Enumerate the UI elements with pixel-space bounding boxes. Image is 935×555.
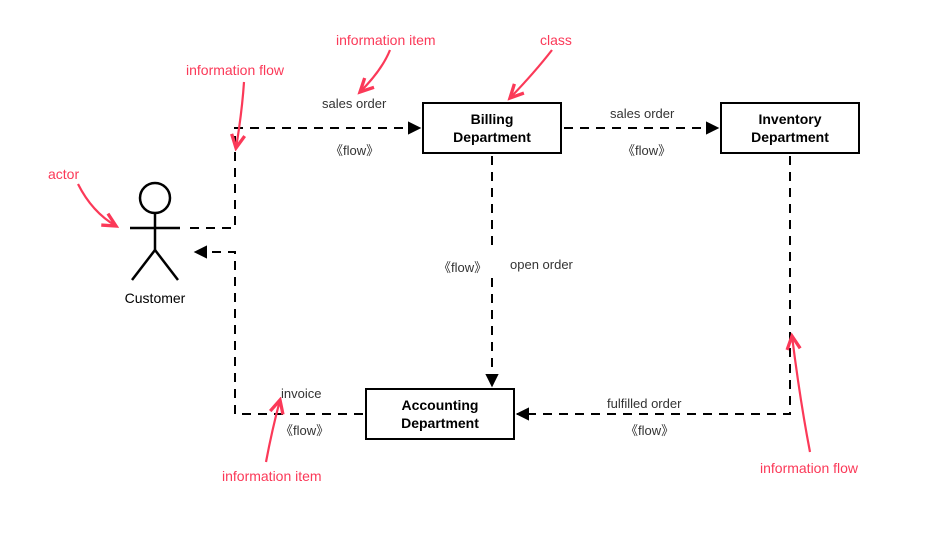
- flow-stereo-cust-billing: 《flow》: [330, 140, 379, 159]
- flow-line-cust-billing: [190, 128, 420, 228]
- flow-stereo-billing-inv: 《flow》: [622, 140, 671, 159]
- flow-item-billing-inv: sales order: [610, 106, 674, 121]
- diagram-canvas: Customer Billing Department Inventory De…: [0, 0, 935, 555]
- annot-arrow-infoflow-top: [236, 82, 244, 148]
- annot-info-flow-right: information flow: [760, 460, 858, 476]
- annot-arrow-actor: [78, 184, 116, 226]
- class-billing: Billing Department: [422, 102, 562, 154]
- annot-info-item-top: information item: [336, 32, 436, 48]
- annot-actor: actor: [48, 166, 79, 182]
- class-inventory-label: Inventory Department: [751, 110, 829, 146]
- stick-figure-icon: [120, 180, 190, 290]
- class-accounting: Accounting Department: [365, 388, 515, 440]
- class-billing-label: Billing Department: [453, 110, 531, 146]
- class-inventory: Inventory Department: [720, 102, 860, 154]
- annot-arrow-infoitem-top: [360, 50, 390, 92]
- annot-arrow-infoflow-right: [792, 336, 810, 452]
- annot-arrow-infoitem-bot: [266, 400, 280, 462]
- flow-item-acct-cust: invoice: [281, 386, 321, 401]
- flow-item-inv-acct: fulfilled order: [607, 396, 681, 411]
- actor-customer: [120, 180, 190, 295]
- class-accounting-label: Accounting Department: [401, 396, 479, 432]
- annot-info-flow-top: information flow: [186, 62, 284, 78]
- flow-item-billing-acct: open order: [510, 257, 573, 272]
- flow-item-cust-billing: sales order: [322, 96, 386, 111]
- annot-arrow-class: [510, 50, 552, 98]
- flow-line-inv-acct: [517, 156, 790, 414]
- flow-stereo-inv-acct: 《flow》: [625, 420, 674, 439]
- flow-line-acct-cust: [195, 252, 363, 414]
- annot-class: class: [540, 32, 572, 48]
- annot-info-item-bot: information item: [222, 468, 322, 484]
- actor-label: Customer: [120, 290, 190, 306]
- flow-stereo-billing-acct: 《flow》: [438, 257, 487, 276]
- flow-stereo-acct-cust: 《flow》: [280, 420, 329, 439]
